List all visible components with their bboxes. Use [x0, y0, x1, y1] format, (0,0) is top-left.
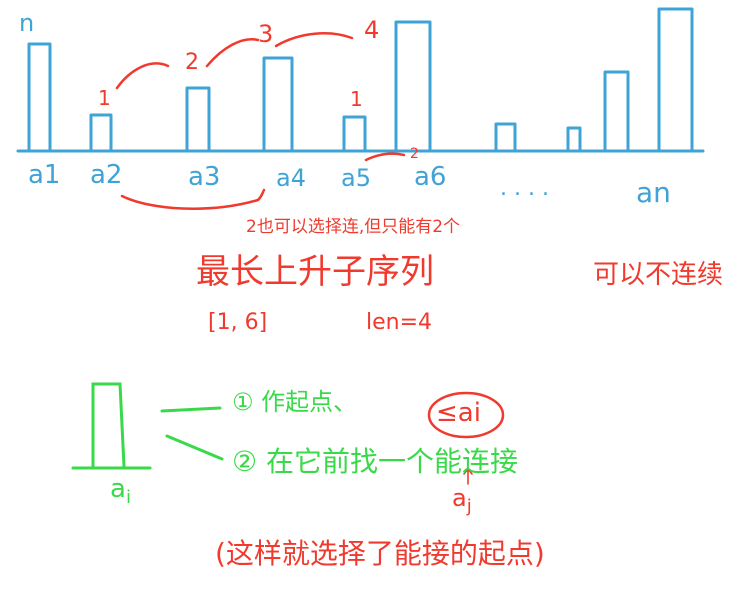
arc-a5-a6	[364, 152, 406, 162]
bar-small-1	[494, 122, 517, 151]
diagram-canvas	[16, 7, 705, 485]
bar-label-text: an	[636, 176, 671, 209]
arc-a2-a3	[115, 62, 170, 90]
height-label-a5: 1	[350, 87, 363, 111]
bars	[27, 7, 694, 151]
extra-label-2: 2	[410, 146, 419, 162]
height-label-a6: 4	[364, 16, 380, 44]
bar-label-text: a3	[188, 162, 221, 192]
example-interval: [1, 6]	[208, 310, 268, 335]
bar-a4	[262, 56, 294, 151]
heading-discontinuous: 可以不连续	[593, 260, 724, 290]
bar-label-a2: a2	[90, 160, 122, 190]
height-label-a1: n	[19, 9, 35, 37]
aj-base: a	[452, 484, 467, 512]
example-len: len=4	[366, 310, 433, 335]
height-label-a2: 1	[98, 86, 111, 110]
option-2: ② 在它前找一个能连接	[232, 445, 519, 478]
bar-label-text: a6	[414, 162, 447, 192]
arc-a4-a6	[274, 32, 354, 48]
bar-label-a3: a3	[188, 162, 220, 192]
condition-text: ≤ai	[436, 398, 481, 428]
ai-bar	[91, 382, 126, 468]
height-label-a3: 2	[185, 50, 199, 75]
bar-a3	[185, 86, 211, 151]
bar-label-text: a4	[276, 164, 306, 192]
bar-label-a5: a5	[341, 164, 371, 192]
footnote: (这样就选择了能接的起点)	[215, 537, 545, 570]
option-1: ① 作起点、	[232, 388, 358, 416]
bar-a1	[27, 42, 52, 151]
bar-a5	[342, 115, 367, 151]
aj-sub: j	[466, 495, 472, 517]
bar-label-a1: a1	[28, 160, 60, 190]
option-line-1	[160, 406, 222, 413]
ellipsis-dots: . . . .	[500, 176, 549, 201]
bar-label-text: a2	[90, 160, 123, 190]
height-label-a4: 3	[258, 20, 274, 48]
arc-a3-a4	[205, 37, 260, 68]
bar-label-text: a5	[341, 164, 371, 192]
ai-bar-group	[71, 382, 224, 470]
bar-an	[657, 7, 694, 151]
bar-label-an: an	[636, 176, 671, 209]
bar-label-a4: a4	[276, 164, 306, 192]
ai-label: ai	[110, 474, 131, 508]
bar-label-text: a1	[28, 160, 61, 190]
bar-small-2	[566, 126, 582, 151]
bar-label-a6: a6	[414, 162, 446, 192]
ai-sub: i	[125, 487, 131, 509]
bar-a2	[89, 113, 113, 151]
option-line-2	[165, 434, 224, 461]
ai-base: a	[110, 474, 126, 504]
bar-a6	[394, 20, 432, 151]
aj-label: aj	[452, 484, 472, 517]
bracket-a2-a4	[120, 188, 266, 210]
bar-medium	[603, 70, 630, 151]
heading-longest-increasing-subsequence: 最长上升子序列	[196, 252, 434, 292]
bracket-note: 2也可以选择连,但只能有2个	[246, 217, 461, 237]
